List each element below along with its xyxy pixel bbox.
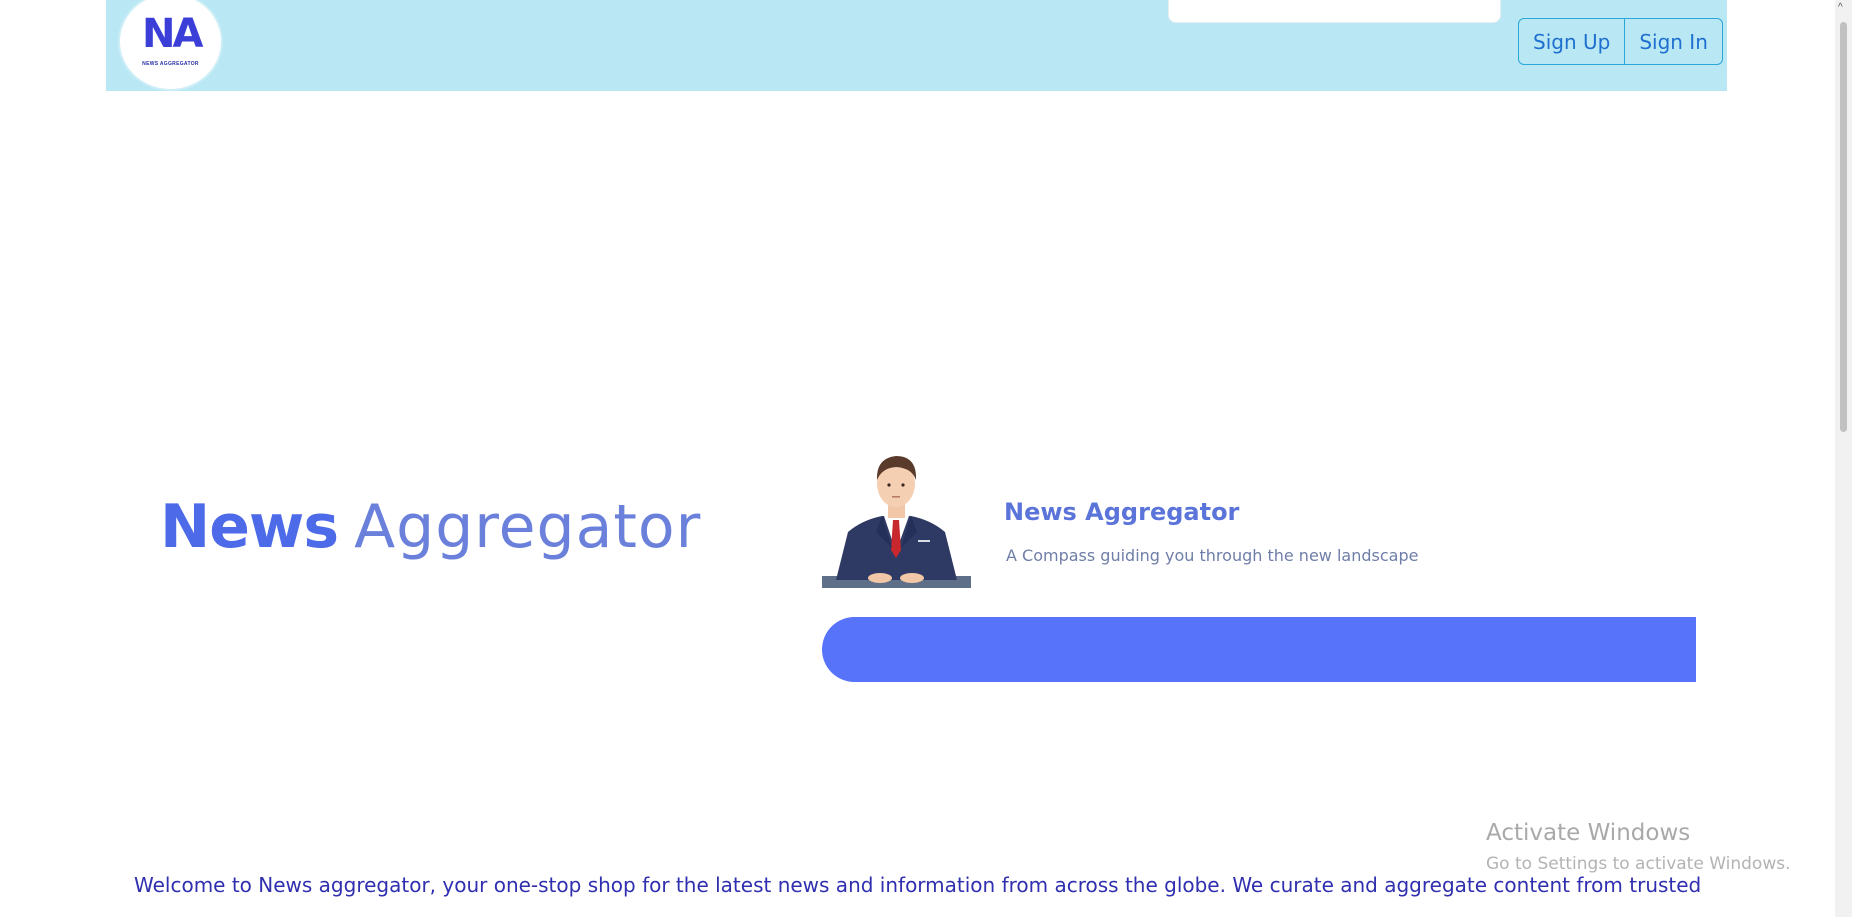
card-title: News Aggregator — [1004, 498, 1240, 526]
hero-title: News Aggregator — [160, 492, 701, 562]
top-header: NA NEWS AGGREGATOR Sign Up Sign In — [106, 0, 1727, 91]
vertical-scrollbar[interactable]: ^ — [1835, 0, 1852, 917]
search-input[interactable] — [1168, 0, 1501, 23]
page: NA NEWS AGGREGATOR Sign Up Sign In News A… — [0, 0, 1852, 917]
site-logo[interactable]: NA NEWS AGGREGATOR — [120, 0, 221, 89]
hero-title-light: Aggregator — [354, 492, 702, 562]
sign-in-button[interactable]: Sign In — [1624, 19, 1722, 64]
logo-subtitle: NEWS AGGREGATOR — [142, 61, 199, 67]
sign-up-button[interactable]: Sign Up — [1519, 19, 1624, 64]
windows-watermark-title: Activate Windows — [1486, 820, 1691, 846]
hero-banner-bar — [822, 617, 1696, 682]
scroll-up-arrow-icon[interactable]: ^ — [1838, 2, 1843, 14]
news-anchor-illustration — [822, 456, 971, 588]
welcome-text: Welcome to News aggregator, your one-sto… — [134, 873, 1702, 897]
hero-title-bold: News — [160, 492, 339, 562]
card-subtitle: A Compass guiding you through the new la… — [1006, 546, 1419, 565]
logo-mark: NA — [142, 11, 203, 57]
scrollbar-thumb[interactable] — [1840, 22, 1847, 432]
windows-watermark-subtitle: Go to Settings to activate Windows. — [1486, 854, 1791, 874]
auth-button-group: Sign Up Sign In — [1518, 18, 1723, 65]
